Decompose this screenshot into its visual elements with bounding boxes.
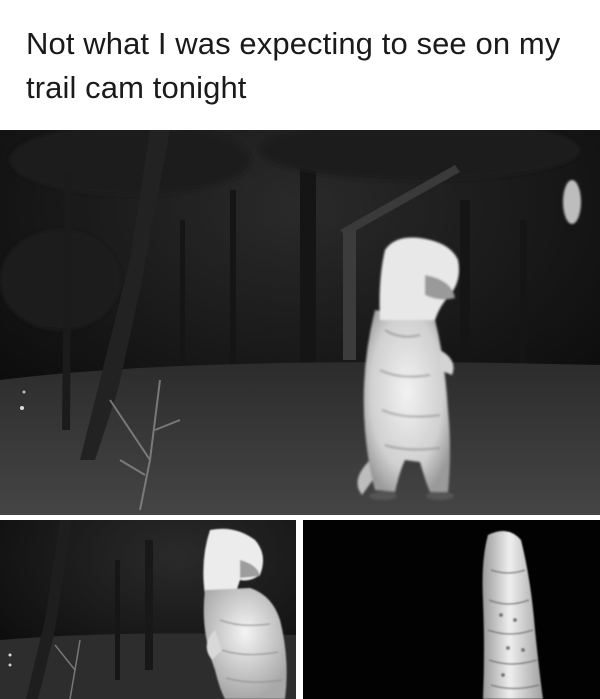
trail-cam-photo-closeup [303, 520, 600, 699]
post-caption: Not what I was expecting to see on my tr… [26, 26, 561, 105]
trail-cam-photo-main [0, 130, 600, 515]
trail-cam-photo-side [0, 520, 296, 699]
